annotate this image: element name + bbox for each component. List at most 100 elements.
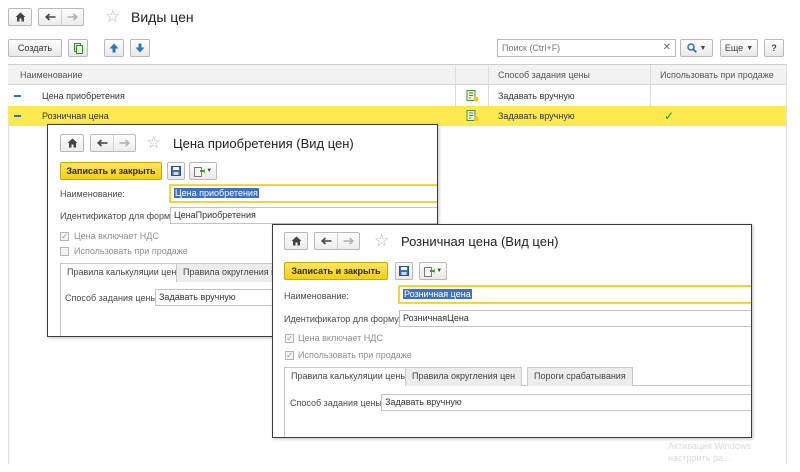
column-header-method[interactable]: Способ задания цены [498, 65, 590, 85]
chevron-down-icon: ▼ [746, 44, 754, 52]
formula-id-field[interactable]: РозничнаяЦена [399, 310, 751, 327]
back-button[interactable] [315, 233, 337, 249]
star-icon[interactable]: ☆ [105, 8, 120, 25]
create-button[interactable]: Создать [8, 39, 62, 57]
tab-thresholds[interactable]: Пороги срабатывания [527, 367, 633, 386]
arrow-left-icon [96, 139, 107, 147]
forward-button[interactable] [113, 135, 135, 151]
save-and-close-label: Записать и закрыть [66, 166, 156, 176]
create-based-on-icon [193, 166, 205, 177]
watermark-line-2: настроить ра... [668, 453, 731, 463]
arrow-right-icon [343, 237, 354, 245]
formula-id-value: РозничнаяЦена [403, 313, 469, 323]
star-icon[interactable]: ☆ [374, 232, 389, 249]
column-header-use-in-sale[interactable]: Использовать при продаже [660, 65, 774, 85]
close-icon[interactable]: ✕ [663, 42, 671, 53]
home-icon [285, 233, 307, 249]
arrow-down-icon [135, 43, 145, 53]
arrow-right-icon [119, 139, 130, 147]
search-icon [686, 43, 697, 53]
forward-button[interactable] [337, 233, 359, 249]
row-method: Задавать вручную [498, 111, 575, 121]
star-icon[interactable]: ☆ [146, 134, 161, 151]
back-button[interactable] [91, 135, 113, 151]
list-item-marker [14, 95, 21, 97]
save-and-close-button[interactable]: Записать и закрыть [60, 162, 162, 180]
save-and-close-label: Записать и закрыть [291, 266, 381, 276]
column-header-name[interactable]: Наименование [20, 65, 82, 85]
page-title: Виды цен [131, 9, 194, 25]
save-icon [399, 266, 409, 276]
price-method-label: Способ задания цены: [65, 293, 160, 303]
chevron-down-icon: ▼ [699, 44, 707, 52]
create-based-on-button[interactable]: ▼ [189, 162, 217, 180]
checkmark-icon: ✓ [664, 109, 675, 123]
create-based-on-icon [423, 266, 435, 277]
arrow-left-icon [44, 13, 55, 21]
search-field[interactable]: ✕ [497, 39, 676, 57]
help-button[interactable]: ? [764, 39, 784, 57]
home-button[interactable] [60, 134, 84, 152]
history-nav [90, 134, 136, 152]
name-field[interactable]: Цена приобретения [170, 185, 437, 202]
name-value: Розничная цена [403, 289, 472, 299]
use-in-sale-label: Использовать при продаже [74, 246, 188, 256]
dialog-title: Розничная цена (Вид цен) [401, 234, 559, 249]
price-method-value: Задавать вручную [385, 397, 462, 407]
row-method: Задавать вручную [498, 91, 575, 101]
row-name: Розничная цена [42, 111, 109, 121]
forward-button[interactable] [61, 9, 83, 25]
calculator-icon [466, 110, 479, 124]
save-button[interactable] [395, 262, 413, 280]
formula-id-label: Идентификатор для формул: [284, 314, 407, 324]
copy-button[interactable] [68, 39, 88, 57]
back-button[interactable] [39, 9, 61, 25]
price-method-label: Способ задания цены: [290, 398, 385, 408]
dialog-title: Цена приобретения (Вид цен) [173, 136, 354, 151]
use-in-sale-checkbox[interactable] [60, 247, 69, 256]
tab-panel: Способ задания цены: Задавать вручную [284, 386, 751, 437]
create-based-on-button[interactable]: ▼ [419, 262, 447, 280]
formula-id-value: ЦенаПриобретения [174, 210, 256, 220]
dialog-retail-price: ☆ Розничная цена (Вид цен) Записать и за… [272, 224, 752, 438]
row-name: Цена приобретения [42, 91, 125, 101]
table-row[interactable]: Цена приобретения Задавать вручную [8, 86, 786, 106]
create-button-label: Создать [17, 43, 53, 53]
move-down-button[interactable] [130, 39, 150, 57]
arrow-left-icon [320, 237, 331, 245]
vat-included-label: Цена включает НДС [74, 231, 159, 241]
price-method-field[interactable]: Задавать вручную [381, 394, 751, 411]
use-in-sale-checkbox[interactable]: ✓ [285, 351, 294, 360]
home-button[interactable] [284, 232, 308, 250]
arrow-up-icon [109, 43, 119, 53]
formula-id-label: Идентификатор для формул: [60, 211, 183, 221]
watermark-line-1: Активация Windows [668, 441, 751, 451]
price-types-table: Наименование Способ задания цены Использ… [8, 64, 786, 126]
tab-calculation-rules[interactable]: Правила калькуляции цены [284, 367, 414, 387]
more-button-label: Еще [724, 43, 744, 53]
price-method-value: Задавать вручную [159, 292, 236, 302]
calculator-icon [466, 90, 479, 104]
formula-id-field[interactable]: ЦенаПриобретения [170, 207, 437, 224]
name-value: Цена приобретения [174, 188, 259, 198]
tab-calculation-rules[interactable]: Правила калькуляции цены [60, 263, 190, 283]
use-in-sale-label: Использовать при продаже [298, 350, 412, 360]
home-button[interactable] [8, 8, 32, 26]
name-label: Наименование: [284, 291, 349, 301]
vat-included-checkbox[interactable]: ✓ [285, 334, 294, 343]
divider [786, 64, 787, 464]
tab-rounding-rules[interactable]: Правила округления цен [405, 367, 523, 386]
name-field[interactable]: Розничная цена [399, 286, 751, 303]
table-row[interactable]: Розничная цена Задавать вручную ✓ [8, 106, 786, 126]
list-item-marker [14, 115, 21, 117]
history-nav [38, 8, 84, 26]
move-up-button[interactable] [104, 39, 124, 57]
save-and-close-button[interactable]: Записать и закрыть [284, 262, 388, 280]
name-label: Наименование: [60, 189, 125, 199]
vat-included-checkbox[interactable]: ✓ [60, 232, 69, 241]
save-button[interactable] [167, 162, 185, 180]
more-button[interactable]: Еще ▼ [720, 39, 758, 57]
help-button-label: ? [771, 43, 777, 53]
search-button[interactable]: ▼ [680, 39, 713, 57]
search-input[interactable] [498, 40, 658, 56]
